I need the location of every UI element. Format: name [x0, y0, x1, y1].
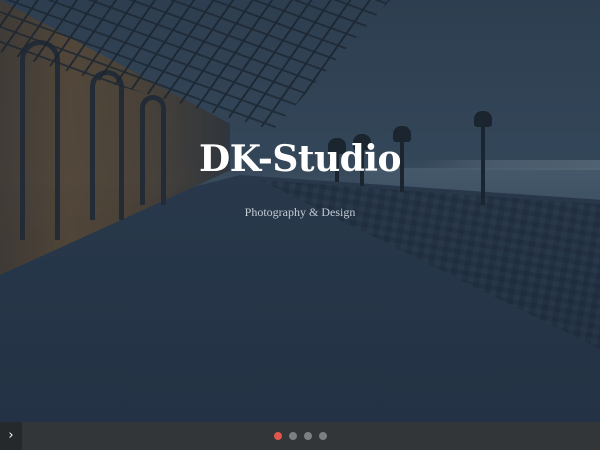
slider-controls-bar: › [0, 422, 600, 450]
slide-dot-1[interactable] [273, 432, 282, 440]
slide-dot-2[interactable] [288, 432, 297, 440]
hero-slider: DK-Studio Photography & Design › [0, 0, 600, 450]
dark-overlay [0, 0, 600, 450]
slide-dot-3[interactable] [303, 432, 312, 440]
hero-title: DK-Studio [199, 138, 402, 180]
slide-indicators [0, 432, 600, 440]
hero-subtitle: Photography & Design [244, 205, 356, 219]
slide-dot-4[interactable] [318, 432, 327, 440]
